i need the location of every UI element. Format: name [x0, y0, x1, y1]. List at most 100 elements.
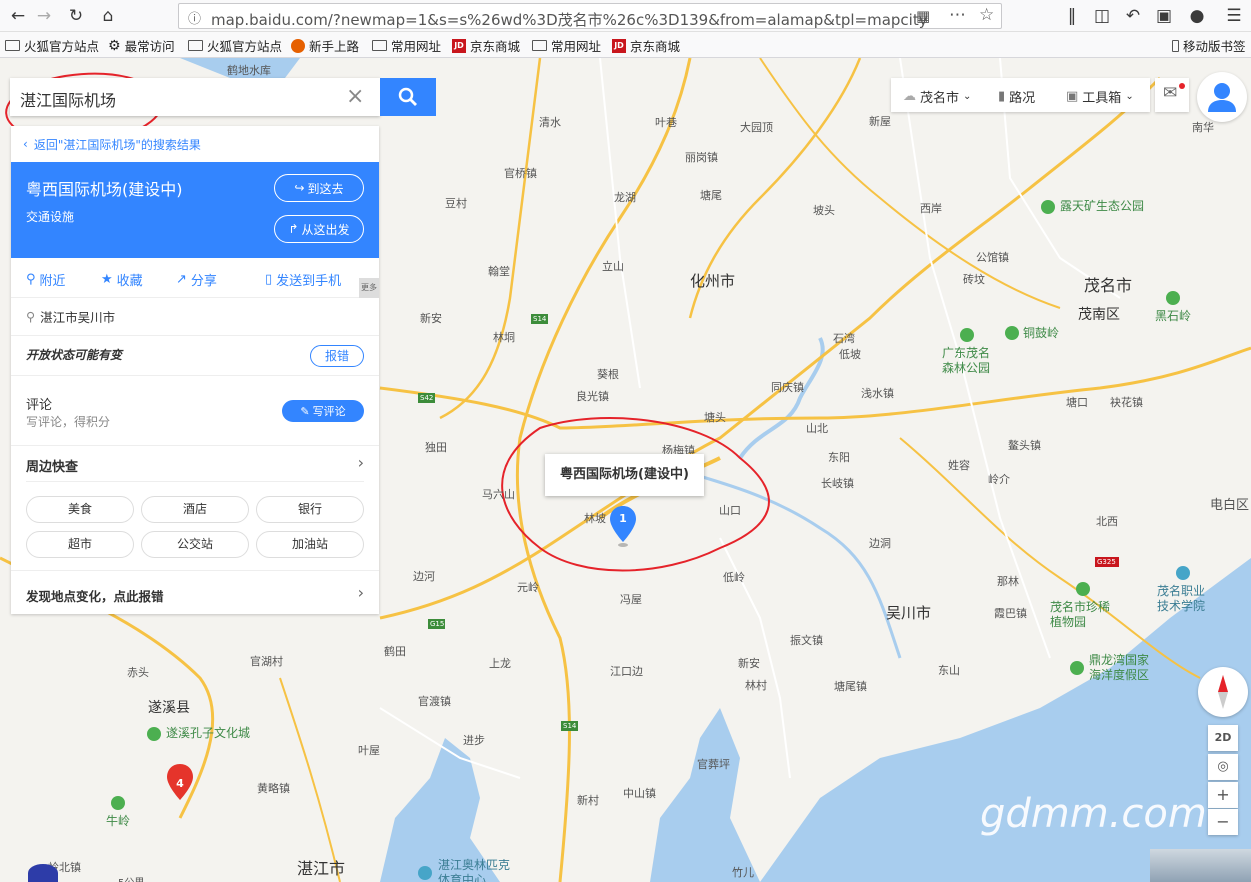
- 2d-toggle-button[interactable]: 2D: [1208, 725, 1238, 751]
- crop-icon[interactable]: ▣: [1152, 4, 1176, 28]
- mobile-bookmarks[interactable]: 移动版书签: [1172, 36, 1246, 55]
- chevron-down-icon: ⌄: [1125, 91, 1134, 102]
- park-icon[interactable]: [1041, 200, 1055, 214]
- park-icon[interactable]: [1166, 291, 1180, 305]
- stadium-icon[interactable]: [418, 866, 432, 880]
- park-icon[interactable]: [111, 796, 125, 810]
- go-here-button[interactable]: ↪ 到这去: [274, 174, 364, 202]
- info-icon[interactable]: ⓘ: [188, 8, 201, 27]
- from-here-button[interactable]: ↱ 从这出发: [274, 215, 364, 243]
- city-label: 茂名市: [1084, 276, 1133, 295]
- back-to-results-link[interactable]: ‹ 返回"湛江国际机场"的搜索结果: [11, 126, 379, 162]
- place-label: 良光镇: [576, 390, 609, 403]
- poi-label[interactable]: 茂名市珍稀植物园: [1050, 600, 1120, 630]
- share-button[interactable]: ↗ 分享: [176, 270, 217, 289]
- bookmark-item[interactable]: 火狐官方站点: [188, 36, 282, 55]
- nearby-chip[interactable]: 公交站: [141, 531, 249, 558]
- school-icon[interactable]: [1176, 566, 1190, 580]
- park-icon[interactable]: [960, 328, 974, 342]
- nearby-chip[interactable]: 加油站: [256, 531, 364, 558]
- search-box[interactable]: 湛江国际机场 ×: [10, 78, 380, 116]
- search-input[interactable]: 湛江国际机场: [20, 87, 116, 111]
- bookmark-item[interactable]: 常用网址: [532, 36, 601, 55]
- qr-icon[interactable]: ▦: [916, 7, 930, 25]
- url-bar[interactable]: ⓘ map.baidu.com/?newmap=1&s=s%26wd%3D茂名市…: [178, 3, 1002, 29]
- poi-label[interactable]: 遂溪孔子文化城: [166, 726, 250, 741]
- bookmark-item[interactable]: JD 京东商城: [452, 36, 520, 55]
- search-button[interactable]: [380, 78, 436, 116]
- message-button[interactable]: ✉: [1155, 78, 1189, 112]
- folder-icon: [188, 40, 203, 51]
- library-icon[interactable]: ‖: [1060, 4, 1084, 28]
- bookmark-item[interactable]: 常用网址: [372, 36, 441, 55]
- locate-button[interactable]: ◎: [1208, 754, 1238, 780]
- compass-control[interactable]: [1198, 667, 1248, 717]
- send-to-phone-button[interactable]: ▯ 发送到手机: [265, 270, 341, 289]
- undo-icon[interactable]: ↶: [1121, 4, 1145, 28]
- place-label: 官葬坪: [697, 758, 730, 771]
- place-label: 新安: [738, 657, 760, 670]
- poi-label[interactable]: 牛岭: [106, 814, 130, 829]
- park-icon[interactable]: [1005, 326, 1019, 340]
- nearby-chip[interactable]: 超市: [26, 531, 134, 558]
- url-text: map.baidu.com/?newmap=1&s=s%26wd%3D茂名市%2…: [211, 11, 928, 29]
- park-icon[interactable]: [1070, 661, 1084, 675]
- action-row: ⚲ 附近 ★ 收藏 ↗ 分享 ▯ 发送到手机 更多: [11, 258, 379, 298]
- report-button[interactable]: 报错: [310, 345, 364, 367]
- toolbox-button[interactable]: ▣ 工具箱 ⌄: [1066, 87, 1134, 106]
- reload-icon[interactable]: ↻: [64, 4, 88, 28]
- avatar[interactable]: [1197, 72, 1247, 122]
- place-label: 林坡: [584, 512, 606, 525]
- poi-label[interactable]: 广东茂名森林公园: [942, 346, 1000, 376]
- place-label: 清水: [539, 116, 561, 129]
- share-icon: ↗: [176, 272, 187, 287]
- poi-label[interactable]: 湛江奥林匹克体育中心: [438, 858, 518, 882]
- scale-label: 5公里: [118, 874, 144, 882]
- poi-label[interactable]: 铜鼓岭: [1023, 326, 1059, 341]
- forward-icon[interactable]: →: [32, 4, 56, 28]
- place-label: 中山镇: [623, 787, 656, 800]
- city-selector[interactable]: ☁ 茂名市 ⌄: [903, 87, 971, 106]
- report-change-row[interactable]: 发现地点变化，点此报错 ›: [11, 570, 379, 614]
- favorite-button[interactable]: ★ 收藏: [101, 270, 143, 289]
- menu-icon[interactable]: ☰: [1222, 4, 1246, 28]
- streetview-thumbnail[interactable]: [1150, 849, 1251, 882]
- poi-label[interactable]: 黑石岭: [1155, 309, 1191, 324]
- bookmark-item[interactable]: 火狐官方站点: [5, 36, 99, 55]
- close-icon[interactable]: ×: [346, 84, 364, 109]
- nearby-chip[interactable]: 美食: [26, 496, 134, 523]
- place-label: 竹儿: [732, 866, 754, 879]
- more-tag[interactable]: 更多: [359, 278, 379, 298]
- nearby-button[interactable]: ⚲ 附近: [26, 270, 66, 289]
- nearby-chip[interactable]: 银行: [256, 496, 364, 523]
- bookmark-item[interactable]: ⚙ 最常访问: [108, 36, 175, 55]
- traffic-button[interactable]: ▮ 路况: [998, 87, 1035, 106]
- notification-dot: [1179, 83, 1185, 89]
- map-callout[interactable]: 粤西国际机场(建设中): [545, 454, 704, 496]
- place-label: 东山: [938, 664, 960, 677]
- place-label: 低岭: [723, 571, 745, 584]
- jd-icon: JD: [452, 38, 466, 53]
- chat-icon[interactable]: ●: [1185, 4, 1209, 28]
- home-icon[interactable]: ⌂: [96, 4, 120, 28]
- bookmark-item[interactable]: 新手上路: [291, 36, 359, 55]
- sidebar-icon[interactable]: ◫: [1090, 4, 1114, 28]
- zoom-in-button[interactable]: +: [1208, 782, 1238, 808]
- poi-label[interactable]: 鼎龙湾国家海洋度假区: [1089, 653, 1159, 683]
- park-icon[interactable]: [147, 727, 161, 741]
- bookmark-item[interactable]: JD 京东商城: [612, 36, 680, 55]
- more-icon[interactable]: ⋯: [949, 5, 966, 25]
- zoom-out-button[interactable]: −: [1208, 809, 1238, 835]
- nearby-search-header[interactable]: 周边快查 ›: [26, 446, 364, 482]
- back-icon[interactable]: ←: [6, 4, 30, 28]
- place-label: 电白区: [1210, 498, 1250, 513]
- star-icon[interactable]: ☆: [979, 5, 994, 25]
- nearby-chip[interactable]: 酒店: [141, 496, 249, 523]
- place-label: 新安: [420, 312, 442, 325]
- poi-label[interactable]: 茂名职业技术学院: [1157, 584, 1213, 614]
- poi-label[interactable]: 露天矿生态公园: [1060, 199, 1144, 214]
- park-icon[interactable]: [1076, 582, 1090, 596]
- place-label: 大园顶: [740, 121, 773, 134]
- county-label: 遂溪县: [148, 700, 190, 716]
- write-review-button[interactable]: ✎ 写评论: [282, 400, 364, 422]
